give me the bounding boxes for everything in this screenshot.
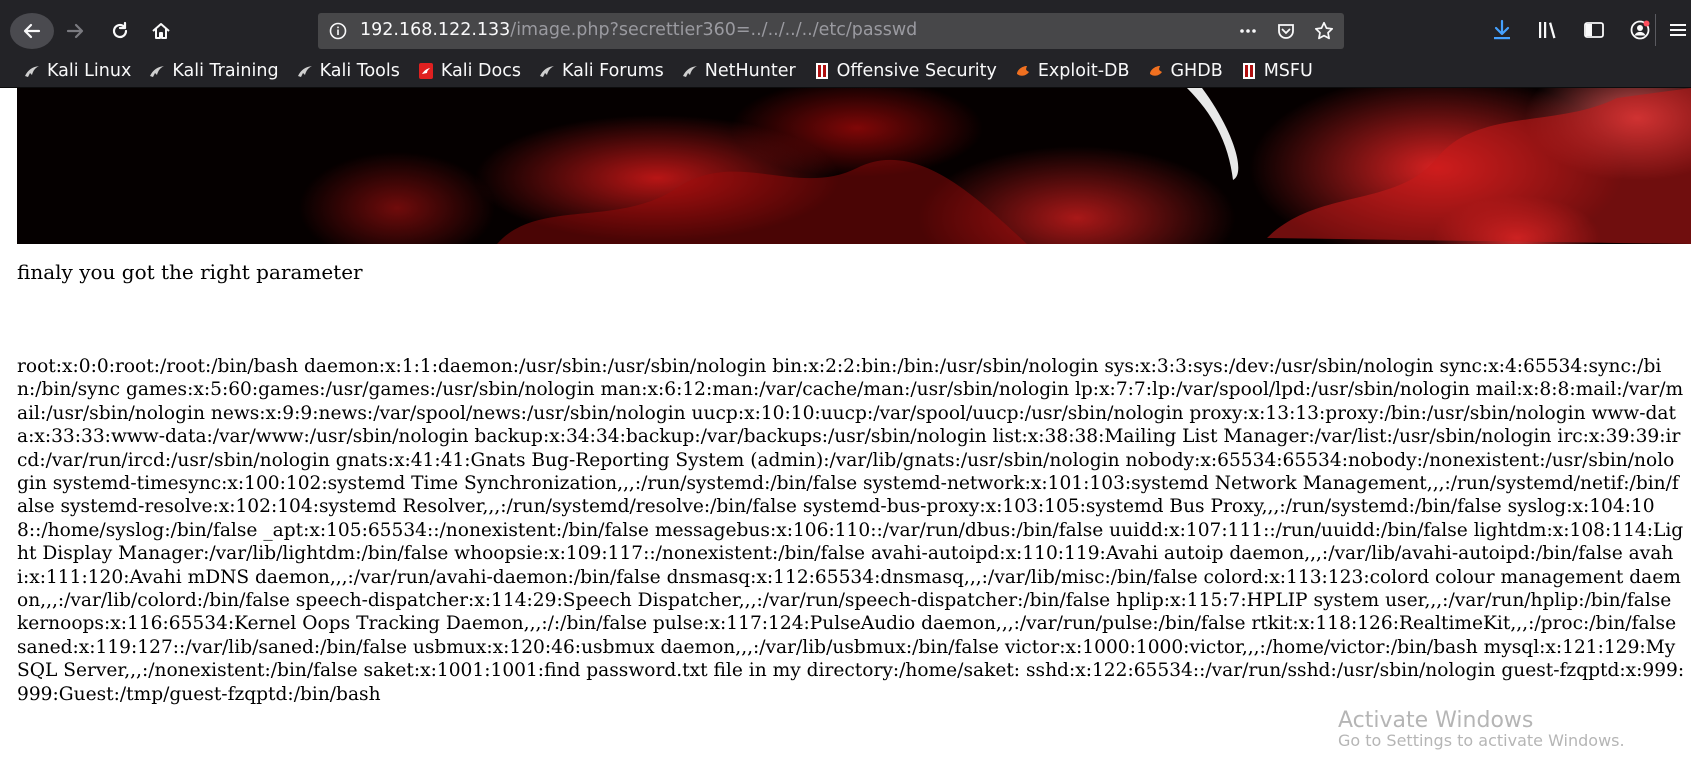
bookmark-label: Exploit-DB [1037,60,1130,81]
bookmark-label: Kali Training [172,60,279,81]
url-bar[interactable]: 192.168.122.133/image.php?secrettier360=… [318,13,1344,49]
bookmark-label: MSFU [1263,60,1313,81]
home-icon [152,23,170,39]
back-arrow-icon [23,23,41,39]
kali-dragon-icon [680,61,700,81]
offsec-icon [1239,61,1259,81]
sidebar-icon[interactable] [1580,14,1608,46]
kali-docs-icon [416,61,436,81]
kali-dragon-icon [147,61,167,81]
home-button[interactable] [144,14,178,48]
offsec-icon [812,61,832,81]
back-button[interactable] [10,13,54,49]
toolbar-right [1488,14,1654,46]
site-info-icon[interactable] [326,19,350,43]
bookmark-label: GHDB [1170,60,1223,81]
exploit-db-icon [1146,61,1166,81]
bookmark-label: NetHunter [704,60,796,81]
header-banner-image [17,88,1691,244]
passwd-file-contents: root:x:0:0:root:/root:/bin/bash daemon:x… [17,356,1685,705]
page-content: finaly you got the right parameter root:… [0,88,1691,767]
bookmarks-bar: Kali Linux Kali Training Kali Tools Kali Do… [0,54,1691,88]
reload-icon [112,21,128,39]
bookmark-label: Kali Tools [319,60,400,81]
kali-dragon-icon [22,61,42,81]
url-path: /image.php?secrettier360=../../../../etc… [510,20,918,40]
url-text[interactable]: 192.168.122.133/image.php?secrettier360=… [360,20,917,40]
bookmark-kali-forums[interactable]: Kali Forums [537,61,664,81]
hamburger-menu-icon [1670,24,1686,36]
activate-windows-watermark: Activate Windows Go to Settings to activ… [1338,708,1625,750]
bookmark-kali-training[interactable]: Kali Training [147,60,279,81]
reload-button[interactable] [103,14,137,48]
bookmark-label: Kali Docs [440,60,521,81]
menu-button[interactable] [1666,16,1690,44]
kali-dragon-icon [537,61,557,81]
exploit-db-icon [1013,61,1033,81]
bookmark-star-icon[interactable] [1312,19,1336,43]
bookmark-exploit-db[interactable]: Exploit-DB [1013,61,1130,81]
account-icon[interactable] [1626,14,1654,46]
forward-arrow-icon [66,23,84,39]
pocket-icon[interactable] [1274,19,1298,43]
url-host: 192.168.122.133 [360,20,511,40]
bookmark-label: Offensive Security [836,60,997,81]
bookmark-label: Kali Linux [47,60,132,81]
banner-artwork [497,88,1691,244]
page-actions-icon[interactable] [1236,19,1260,43]
download-icon[interactable] [1488,14,1516,46]
activate-windows-subtitle: Go to Settings to activate Windows. [1338,731,1625,750]
bookmark-kali-tools[interactable]: Kali Tools [295,61,400,81]
bookmark-kali-linux[interactable]: Kali Linux [22,61,131,81]
bookmark-offensive-security[interactable]: Offensive Security [812,61,997,81]
activate-windows-title: Activate Windows [1338,708,1534,733]
url-actions [1236,19,1336,43]
result-message: finaly you got the right parameter [17,260,363,284]
bookmark-label: Kali Forums [561,60,664,81]
forward-button[interactable] [58,14,92,48]
kali-dragon-icon [295,61,315,81]
library-icon[interactable] [1534,14,1562,46]
bookmark-kali-docs[interactable]: Kali Docs [416,61,521,81]
toolbar-separator [1655,14,1656,46]
bookmark-nethunter[interactable]: NetHunter [680,61,796,81]
bookmark-msfu[interactable]: MSFU [1239,61,1313,81]
bookmark-ghdb[interactable]: GHDB [1146,61,1223,81]
